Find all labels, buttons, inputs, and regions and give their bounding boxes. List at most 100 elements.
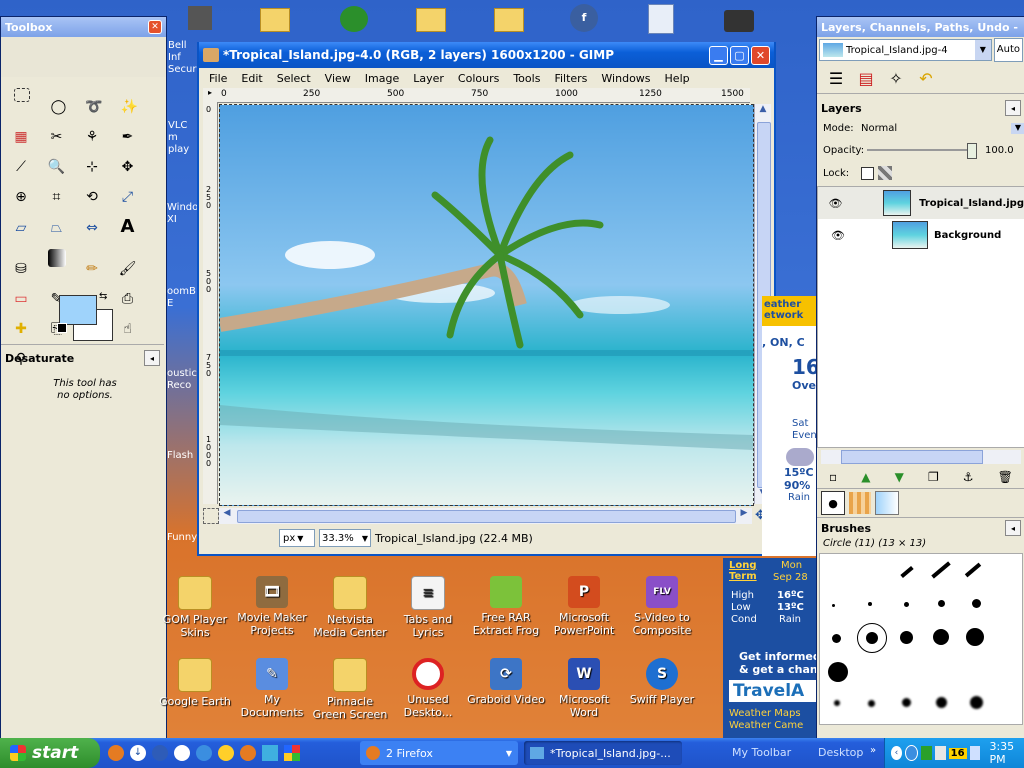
rotate-icon[interactable]: ⟲ [80, 185, 104, 209]
free-select-icon[interactable]: ➰ [82, 95, 106, 119]
auto-button[interactable]: Auto [993, 38, 1023, 62]
panel-menu-icon[interactable]: ◂ [1005, 520, 1021, 536]
layer-row[interactable]: 👁 Background [818, 219, 1024, 251]
desktop-icon[interactable]: 🎞 Movie Maker Projects [233, 576, 311, 637]
delete-layer-icon[interactable]: 🗑 [998, 470, 1013, 484]
brush-preview[interactable] [868, 602, 872, 606]
ie-ql-icon[interactable] [196, 745, 212, 761]
minimize-button[interactable]: ▁ [709, 45, 728, 65]
blend-icon[interactable] [47, 249, 66, 267]
crop-icon[interactable]: ⌗ [45, 185, 69, 209]
brush-preview[interactable] [832, 634, 841, 643]
my-toolbar-label[interactable]: My Toolbar [732, 746, 791, 759]
vertical-ruler[interactable]: 0 250 500 750 1000 [203, 102, 218, 504]
swap-colors-icon[interactable]: ⇆ [99, 291, 107, 302]
brush-preview[interactable] [972, 599, 981, 608]
folder-icon[interactable] [416, 8, 446, 32]
media2-ql-icon[interactable] [174, 745, 190, 761]
desktop-icon[interactable]: Free RAR Extract Frog [467, 576, 545, 637]
pencil-icon[interactable]: ✏ [80, 257, 104, 281]
brush-preview[interactable] [857, 623, 887, 653]
desktop-label-zoom[interactable]: oomB E [167, 286, 199, 310]
zoom-select[interactable]: 33.3% ▼ [319, 529, 371, 547]
image-canvas[interactable] [219, 104, 754, 506]
paths-tab-icon[interactable]: ✧ [883, 65, 909, 91]
rect-select-icon[interactable] [14, 88, 30, 102]
menu-windows[interactable]: Windows [601, 72, 650, 85]
ruler-corner[interactable]: ▸ [203, 88, 217, 102]
brush-preview[interactable] [868, 700, 875, 707]
desktop-label-funny[interactable]: Funny [167, 532, 199, 543]
clock[interactable]: 3:35 PM [989, 740, 1024, 766]
color-select-icon[interactable]: ▦ [9, 125, 33, 149]
panel-menu-icon[interactable]: ◂ [1005, 100, 1021, 116]
desktop-toolbar-label[interactable]: Desktop [818, 746, 863, 759]
desktop-icon[interactable]: ✎ My Documents [233, 658, 311, 719]
quick-mask-icon[interactable] [203, 508, 219, 524]
paintbrush-icon[interactable]: 🖌 [116, 257, 140, 281]
brush-preview[interactable] [970, 696, 983, 709]
media-ql-icon[interactable] [152, 745, 168, 761]
folder-icon[interactable] [260, 8, 290, 32]
menu-tools[interactable]: Tools [513, 72, 540, 85]
brush-preview[interactable] [900, 631, 913, 644]
foreground-color-swatch[interactable] [59, 295, 97, 325]
brush-preview[interactable] [938, 600, 945, 607]
desktop-icon[interactable]: Google Earth [156, 658, 234, 708]
ad-line2[interactable]: & get a chanc [739, 663, 824, 676]
measure-icon[interactable]: ⊹ [80, 155, 104, 179]
close-button[interactable]: ✕ [751, 45, 770, 65]
desktop-label-bell[interactable]: Bell Inf Securi [168, 40, 200, 76]
weather-forecast[interactable]: Long Term Mon Sep 28 High Low Cond 16ºC … [723, 558, 824, 738]
mode-select[interactable]: Normal ▼ [861, 122, 1024, 134]
tray-shield-icon[interactable] [934, 746, 946, 760]
desktop-icon[interactable]: ≡ Tabs and Lyrics [389, 576, 467, 639]
opacity-slider[interactable] [867, 143, 977, 159]
brush-grid[interactable] [819, 553, 1023, 725]
brush-preview[interactable] [966, 628, 984, 646]
scroll-up-icon[interactable]: ▲ [755, 104, 771, 120]
weather-widget[interactable]: eather etwork , ON, C 16 Over Sat Evenin… [762, 296, 818, 556]
desktop-icon[interactable]: ⟳ Graboid Video [467, 658, 545, 706]
desktop-icon[interactable]: P Microsoft PowerPoint [545, 576, 623, 637]
start-button[interactable]: start [0, 738, 100, 768]
anchor-layer-icon[interactable]: ⚓ [963, 470, 974, 484]
default-colors-icon[interactable] [57, 323, 67, 333]
desktop-icon[interactable]: GOM Player Skins [156, 576, 234, 639]
text-icon[interactable]: A [116, 215, 140, 239]
brush-preview[interactable] [933, 629, 949, 645]
horizontal-ruler[interactable]: 0 250 500 750 1000 1250 1500 [217, 88, 750, 103]
windows-ql-icon[interactable] [284, 745, 300, 761]
taskbar-firefox[interactable]: 2 Firefox ▼ [360, 741, 518, 765]
align-icon[interactable]: ⊕ [9, 185, 33, 209]
horizontal-scrollbar[interactable]: ◀ ▶ [219, 508, 752, 524]
desktop-label-acoustic[interactable]: oustic Reco [167, 368, 199, 392]
h-scroll-thumb[interactable] [237, 510, 736, 523]
eye-icon[interactable]: 👁 [818, 229, 858, 242]
brush-preview[interactable] [904, 602, 909, 607]
weather-cams-link[interactable]: Weather Came [729, 720, 803, 731]
perspective-icon[interactable]: ⏢ [45, 216, 69, 240]
camera-icon[interactable] [724, 10, 754, 32]
gimp-titlebar[interactable]: *Tropical_Island.jpg-4.0 (RGB, 2 layers)… [199, 42, 774, 68]
duplicate-layer-icon[interactable]: ❐ [928, 470, 939, 484]
bucket-fill-icon[interactable]: ⛁ [9, 257, 33, 281]
ellipse-select-icon[interactable]: ◯ [47, 95, 71, 119]
heal-icon[interactable]: ✚ [9, 317, 33, 341]
menu-filters[interactable]: Filters [554, 72, 587, 85]
raise-layer-icon[interactable]: ▲ [861, 470, 870, 484]
color-picker-icon[interactable]: ⟋ [9, 155, 33, 179]
maximize-button[interactable]: ▢ [730, 45, 749, 65]
new-layer-icon[interactable]: ▫ [829, 470, 837, 484]
flash-icon[interactable]: f [570, 4, 598, 32]
image-select[interactable]: Tropical_Island.jpg-4 ▼ [819, 39, 992, 61]
tree-icon[interactable] [340, 6, 368, 32]
menu-image[interactable]: Image [365, 72, 399, 85]
scissors-icon[interactable]: ✂ [45, 125, 69, 149]
app-icon[interactable] [188, 6, 212, 30]
eraser-icon[interactable]: ▭ [9, 287, 33, 311]
layers-dock-titlebar[interactable]: Layers, Channels, Paths, Undo - B... [817, 17, 1024, 37]
panel-menu-icon[interactable]: ◂ [144, 350, 160, 366]
layers-tab-icon[interactable]: ☰ [823, 65, 849, 91]
desktop-icon[interactable]: W Microsoft Word [545, 658, 623, 719]
